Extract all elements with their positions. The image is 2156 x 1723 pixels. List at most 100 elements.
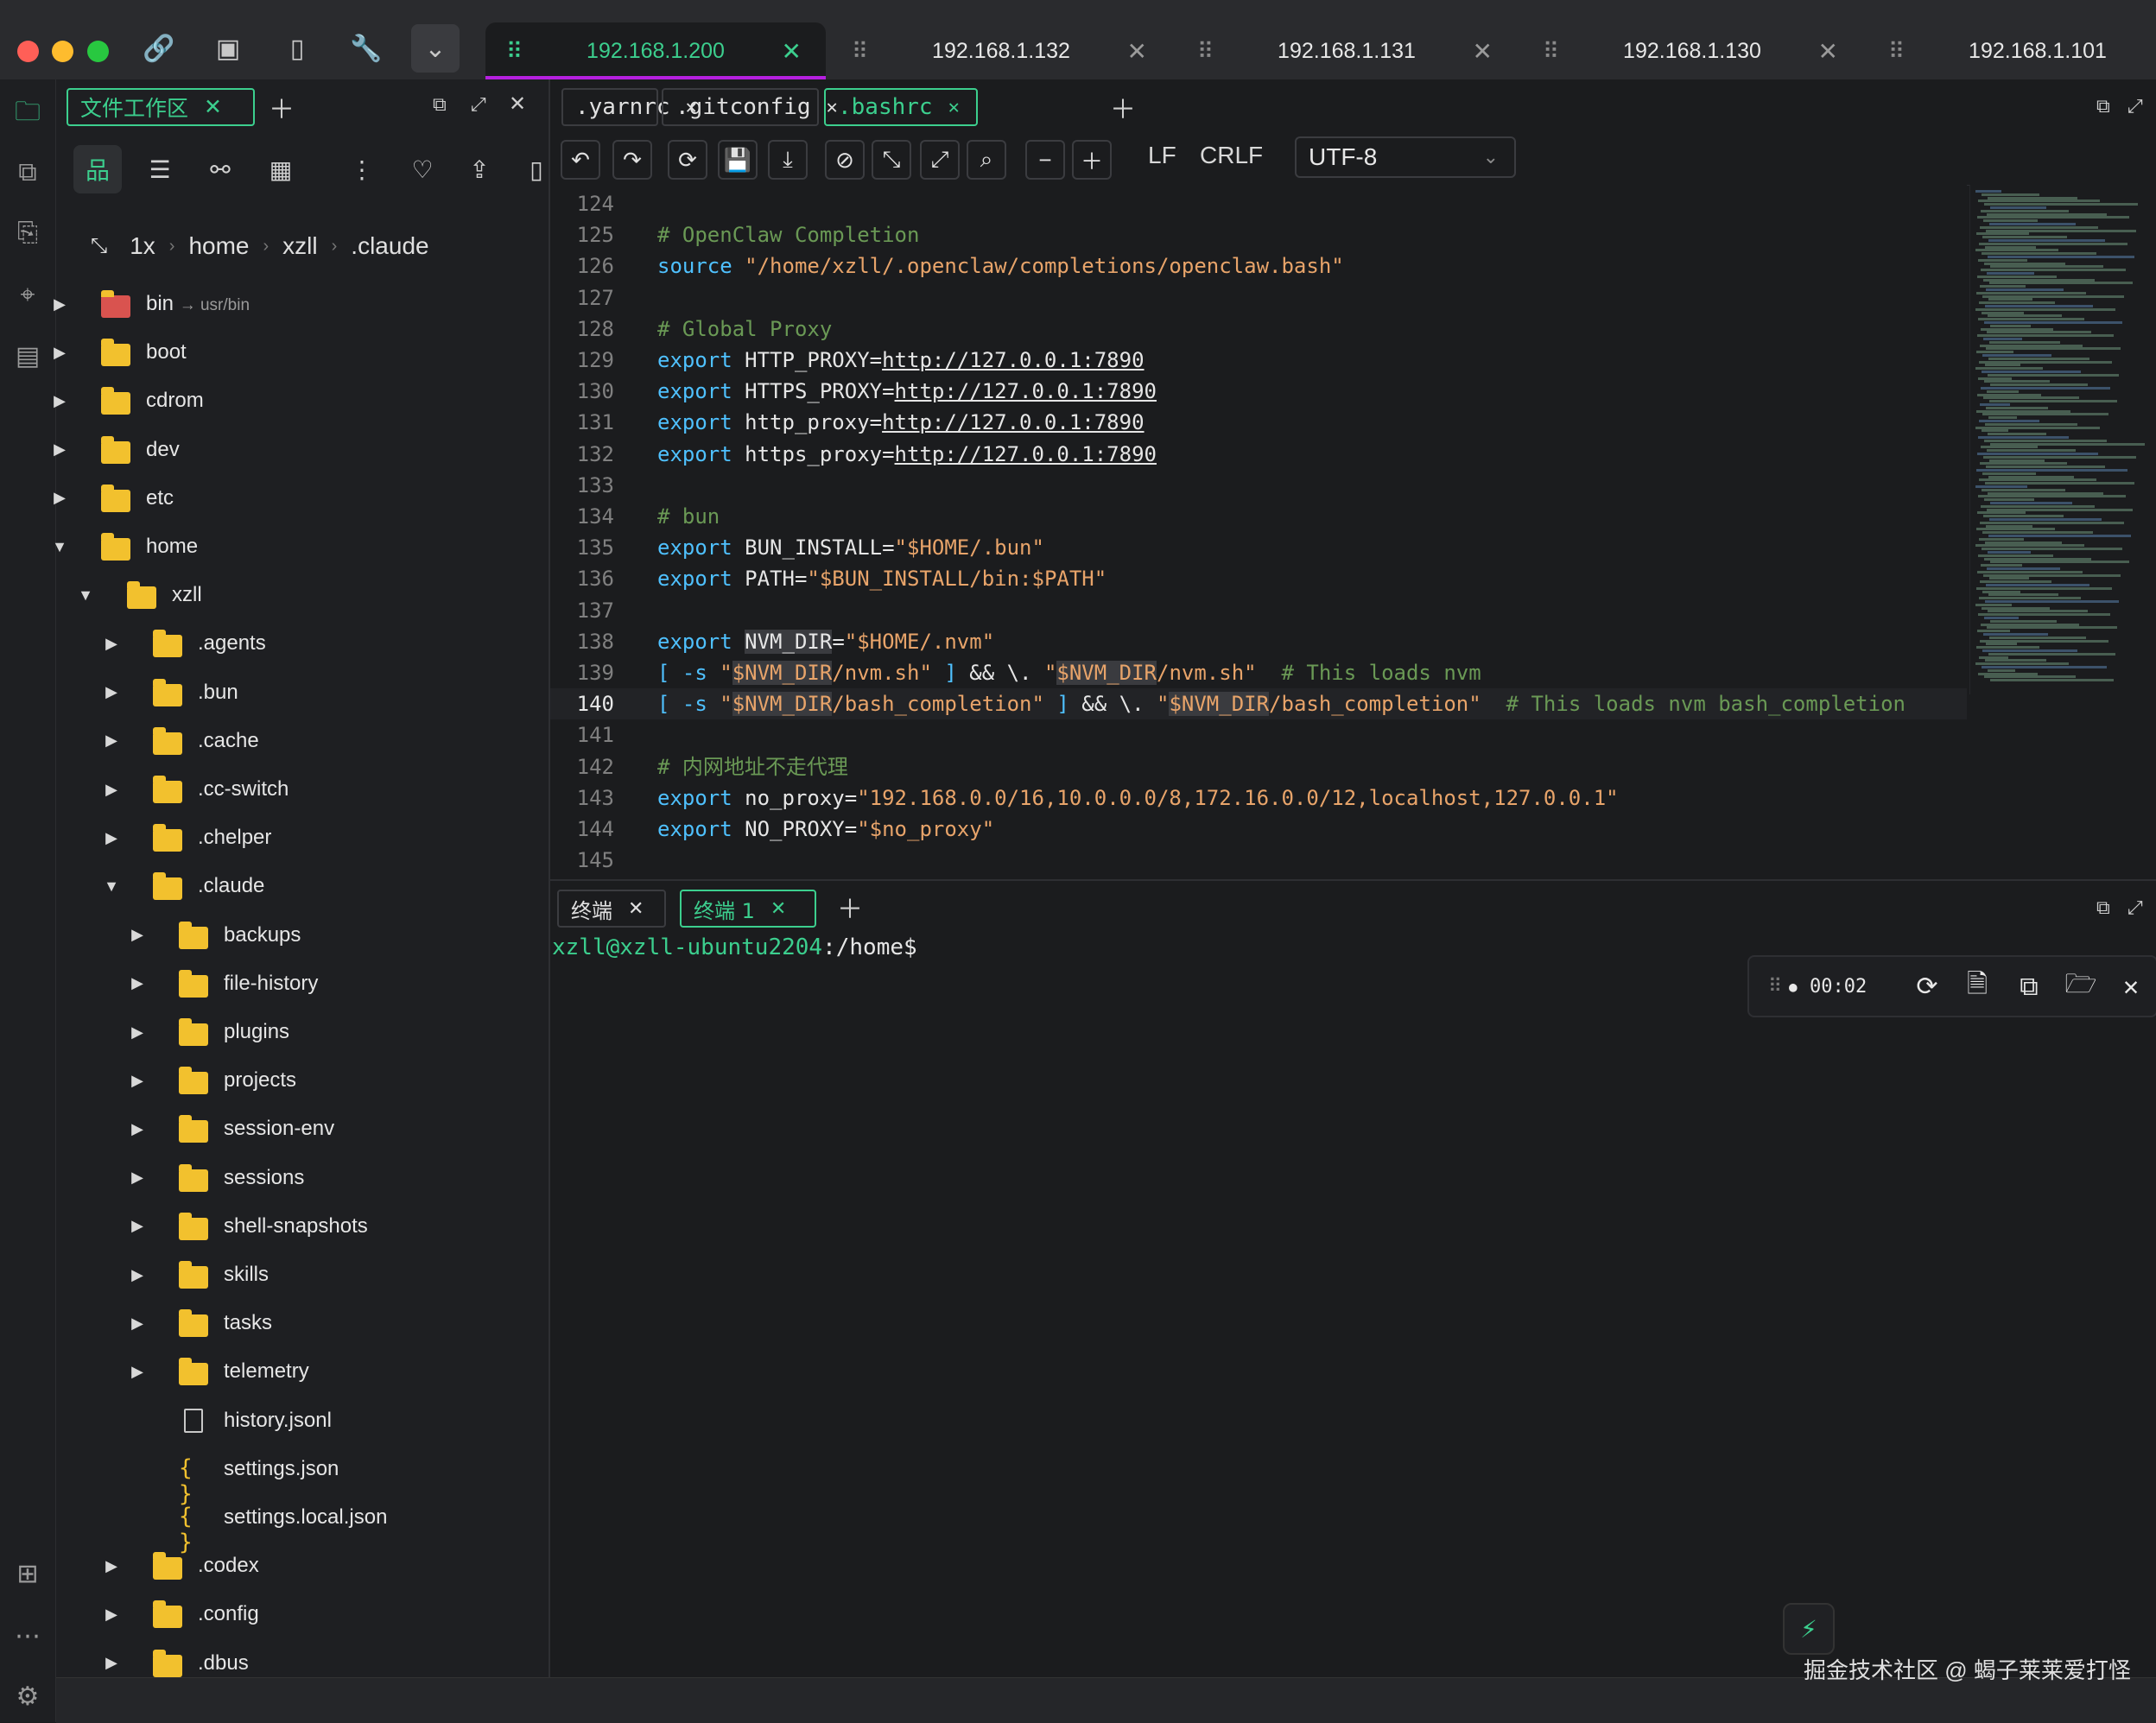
file-icon[interactable]: 🗎 — [1960, 969, 1994, 1004]
tree-item[interactable]: ▶ bin → usr/bin — [54, 280, 549, 328]
gear-icon[interactable]: ⚙ — [0, 1670, 55, 1722]
heart-icon[interactable]: ♡ — [398, 145, 447, 193]
close-icon[interactable]: ✕ — [770, 898, 786, 920]
tree-item[interactable]: { } settings.local.json — [56, 1493, 549, 1555]
close-panel-icon[interactable]: ✕ — [509, 92, 526, 117]
undo-icon[interactable]: ↶ — [561, 140, 600, 180]
code-file-icon[interactable]: ⧉ — [0, 147, 55, 199]
wrench-icon[interactable]: 🔧 — [342, 24, 390, 73]
caret-right-icon[interactable]: ▶ — [103, 829, 120, 847]
caret-right-icon[interactable]: ▶ — [51, 344, 68, 362]
refresh-icon[interactable]: ⟳ — [668, 140, 707, 180]
expand-icon[interactable]: ⤢ — [471, 93, 486, 116]
copy-icon[interactable]: ⧉ — [2012, 969, 2046, 1004]
code-editor[interactable]: 124 125 # OpenClaw Completion 126 source "/h… — [550, 185, 1967, 876]
tree-item[interactable]: { } settings.json — [56, 1445, 549, 1507]
close-window-button[interactable] — [17, 41, 39, 62]
caret-down-icon[interactable]: ▼ — [77, 586, 94, 605]
tree-item[interactable]: ▶ boot — [54, 328, 549, 377]
tree-item[interactable]: ▶ file-history — [56, 960, 549, 1008]
close-icon[interactable]: ✕ — [1473, 37, 1493, 66]
host-tab[interactable]: ⠿ 192.168.1.130 ✕ — [1522, 22, 1862, 79]
caret-right-icon[interactable]: ▶ — [103, 1557, 120, 1575]
line-ending-lf[interactable]: LF — [1148, 142, 1176, 169]
editor-tab[interactable]: .bashrc ✕ — [824, 88, 978, 126]
file-workspace-tab[interactable]: 文件工作区 ✕ — [67, 88, 255, 126]
editor-tab[interactable]: .yarnrc ✕ — [561, 88, 697, 126]
tree-item[interactable]: ▶ .bun — [56, 668, 549, 717]
tree-view-icon[interactable]: 品 — [73, 145, 122, 193]
chevron-down-icon[interactable]: ⌄ — [411, 24, 460, 73]
caret-right-icon[interactable]: ▶ — [129, 1120, 146, 1138]
close-icon[interactable]: ✕ — [1818, 37, 1838, 66]
search-file-icon[interactable]: ⎘ — [0, 207, 55, 259]
tree-item[interactable]: ▶ dev — [54, 426, 549, 474]
caret-right-icon[interactable]: ▶ — [129, 1169, 146, 1187]
zoom-level[interactable]: 1x — [130, 232, 155, 260]
tree-item[interactable]: ▶ .cache — [56, 717, 549, 765]
breadcrumb-item[interactable]: .claude — [351, 232, 428, 260]
collapse-icon[interactable]: ⤡ — [872, 140, 911, 180]
caret-right-icon[interactable]: ▶ — [103, 1606, 120, 1624]
caret-right-icon[interactable]: ▶ — [103, 683, 120, 701]
caret-right-icon[interactable]: ▶ — [129, 926, 146, 944]
tree-item[interactable]: ▶ .cc-switch — [56, 765, 549, 814]
maximize-window-button[interactable] — [87, 41, 109, 62]
link-icon[interactable]: 🔗 — [135, 24, 183, 73]
caret-right-icon[interactable]: ▶ — [51, 489, 68, 507]
caret-right-icon[interactable]: ▶ — [129, 1023, 146, 1042]
close-icon[interactable]: ✕ — [628, 898, 644, 920]
more-vertical-icon[interactable]: ⋮ — [338, 145, 386, 193]
tree-item[interactable]: ▶ skills — [56, 1251, 549, 1299]
caret-right-icon[interactable]: ▶ — [129, 1266, 146, 1284]
list-view-icon[interactable]: ☰ — [136, 145, 184, 193]
popout-icon[interactable]: ⧉ — [2096, 95, 2110, 117]
tree-item[interactable]: ▶ tasks — [56, 1299, 549, 1347]
upload-icon[interactable]: ⇪ — [455, 145, 504, 193]
expand-icon[interactable]: ⤢ — [2127, 896, 2143, 919]
more-icon[interactable]: ⋯ — [0, 1610, 55, 1662]
minimize-window-button[interactable] — [52, 41, 73, 62]
close-icon[interactable]: ✕ — [948, 97, 960, 118]
crosshair-icon[interactable]: ⌖ — [0, 269, 55, 321]
redo-icon[interactable]: ↷ — [612, 140, 652, 180]
save-icon[interactable]: 💾 — [718, 140, 758, 180]
host-tab[interactable]: ⠿ 192.168.1.101 — [1867, 22, 2156, 79]
caret-right-icon[interactable]: ▶ — [103, 732, 120, 750]
caret-right-icon[interactable]: ▶ — [129, 1072, 146, 1090]
tree-item[interactable]: ▶ shell-snapshots — [56, 1202, 549, 1251]
caret-right-icon[interactable]: ▶ — [129, 1217, 146, 1235]
caret-right-icon[interactable]: ▶ — [103, 635, 120, 653]
add-tab-icon[interactable]: ＋ — [269, 88, 295, 126]
zoom-in-icon[interactable]: ＋ — [1072, 140, 1112, 180]
caret-down-icon[interactable]: ▼ — [103, 877, 120, 896]
tree-item[interactable]: ▶ .agents — [56, 619, 549, 668]
close-icon[interactable]: ✕ — [1127, 37, 1147, 66]
connections-icon[interactable]: ⚯ — [196, 145, 244, 193]
host-tab[interactable]: ⠿ 192.168.1.131 ✕ — [1176, 22, 1517, 79]
encoding-select[interactable]: UTF-8 ⌄ — [1295, 136, 1516, 178]
line-ending-crlf[interactable]: CRLF — [1200, 142, 1263, 169]
expand-icon[interactable]: ⤢ — [2127, 95, 2143, 117]
caret-right-icon[interactable]: ▶ — [51, 440, 68, 459]
download-icon[interactable]: ⤓ — [768, 140, 808, 180]
caret-right-icon[interactable]: ▶ — [51, 295, 68, 314]
tree-item[interactable]: ▶ .codex — [56, 1542, 549, 1590]
tree-item[interactable]: history.jsonl — [56, 1397, 549, 1445]
terminal-tab[interactable]: 终端 1 ✕ — [680, 890, 816, 928]
add-terminal-icon[interactable]: ＋ — [837, 888, 863, 926]
tree-item[interactable]: ▶ telemetry — [56, 1347, 549, 1396]
caret-right-icon[interactable]: ▶ — [103, 1654, 120, 1672]
caret-right-icon[interactable]: ▶ — [129, 1363, 146, 1381]
breadcrumb-item[interactable]: home — [188, 232, 249, 260]
tree-item[interactable]: ▶ backups — [56, 911, 549, 960]
caret-right-icon[interactable]: ▶ — [129, 974, 146, 992]
editor-tab[interactable]: .gitconfig ✕ — [662, 88, 838, 126]
search-icon[interactable]: ⌕ — [967, 140, 1006, 180]
caret-right-icon[interactable]: ▶ — [51, 392, 68, 410]
grid-view-icon[interactable]: ▦ — [257, 145, 305, 193]
tree-item[interactable]: ▼ xzll — [56, 571, 549, 619]
lightning-icon[interactable]: ⚡ — [1783, 1603, 1835, 1655]
add-tab-icon[interactable]: ＋ — [1110, 88, 1136, 126]
tree-item[interactable]: ▶ etc — [54, 474, 549, 523]
